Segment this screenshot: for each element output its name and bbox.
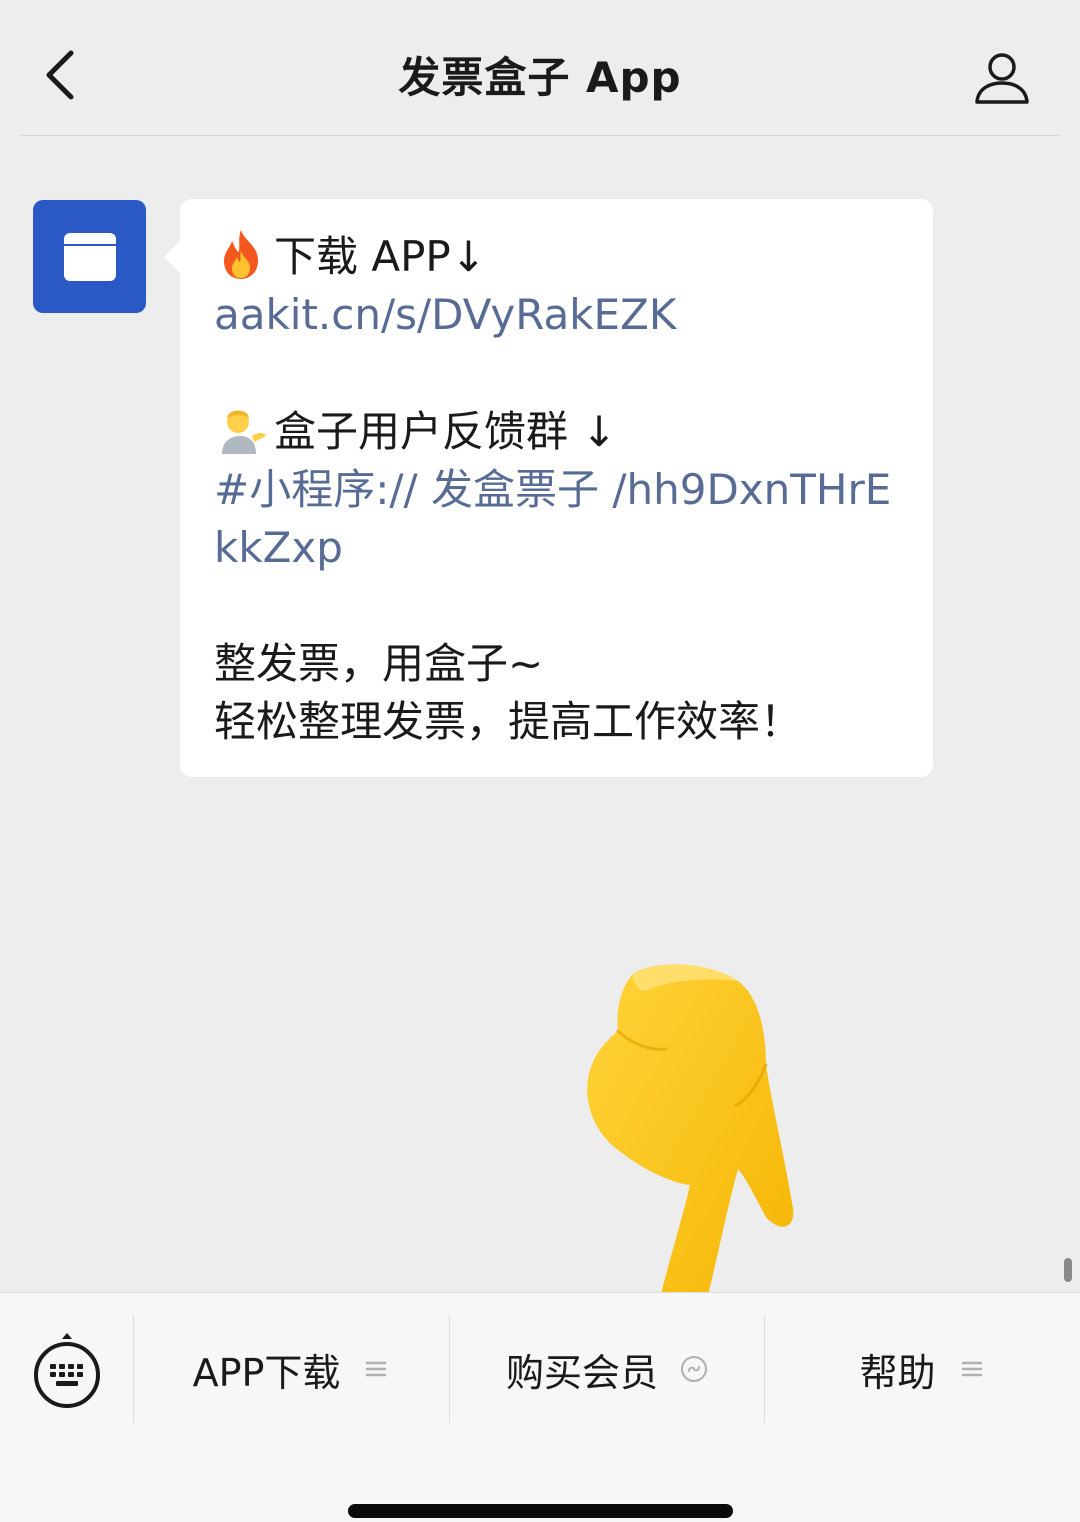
page-title: 发票盒子 App (398, 53, 682, 102)
menu-item-label: 帮助 (859, 1350, 936, 1395)
download-link[interactable]: aakit.cn/s/DVyRakEZK (214, 286, 901, 344)
fire-emoji (224, 230, 258, 279)
slogan-line1: 整发票，用盒子~ (214, 639, 544, 688)
bottom-menu: APP下载 购买会员 帮助 (0, 1292, 1080, 1522)
download-label: 下载 APP↓ (274, 232, 486, 281)
menu-item-label: 购买会员 (505, 1350, 658, 1395)
menu-item-app-download[interactable]: APP下载 (134, 1315, 449, 1423)
menu-item-label: APP下载 (192, 1350, 341, 1395)
menu-item-buy-membership[interactable]: 购买会员 (450, 1315, 764, 1423)
header-divider (20, 135, 1060, 136)
keyboard-toggle-button[interactable] (30, 1331, 104, 1411)
account-avatar[interactable] (33, 200, 146, 313)
group-label: 盒子用户反馈群 ↓ (274, 407, 617, 456)
box-icon (63, 232, 116, 281)
mini-program-icon (681, 1356, 707, 1382)
person-icon (975, 53, 1029, 104)
scrollbar[interactable] (1064, 1258, 1072, 1282)
group-line: 盒子用户反馈群 ↓ (214, 402, 901, 461)
menu-item-help[interactable]: 帮助 (765, 1315, 1080, 1423)
keyboard-icon (34, 1333, 100, 1408)
miniprogram-link-line2[interactable]: kkZxp (214, 519, 901, 577)
profile-button[interactable] (964, 40, 1040, 116)
message-bubble: 下载 APP↓ aakit.cn/s/DVyRakEZK 盒子用户反馈群 ↓ #… (164, 199, 933, 777)
slogan-line2: 轻松整理发票，提高工作效率！ (214, 697, 803, 746)
person-tipping-hand-emoji (222, 410, 266, 454)
pointing-down-hand-emoji (587, 964, 794, 1327)
nav-header: 发票盒子 App (0, 0, 1080, 136)
miniprogram-link-line1[interactable]: #小程序:// 发盒票子 /hh9DxnTHrE (214, 461, 901, 519)
menu-lines-icon (961, 1361, 982, 1377)
menu-lines-icon (366, 1361, 387, 1377)
download-line: 下载 APP↓ (214, 227, 901, 286)
home-indicator[interactable] (348, 1504, 733, 1518)
